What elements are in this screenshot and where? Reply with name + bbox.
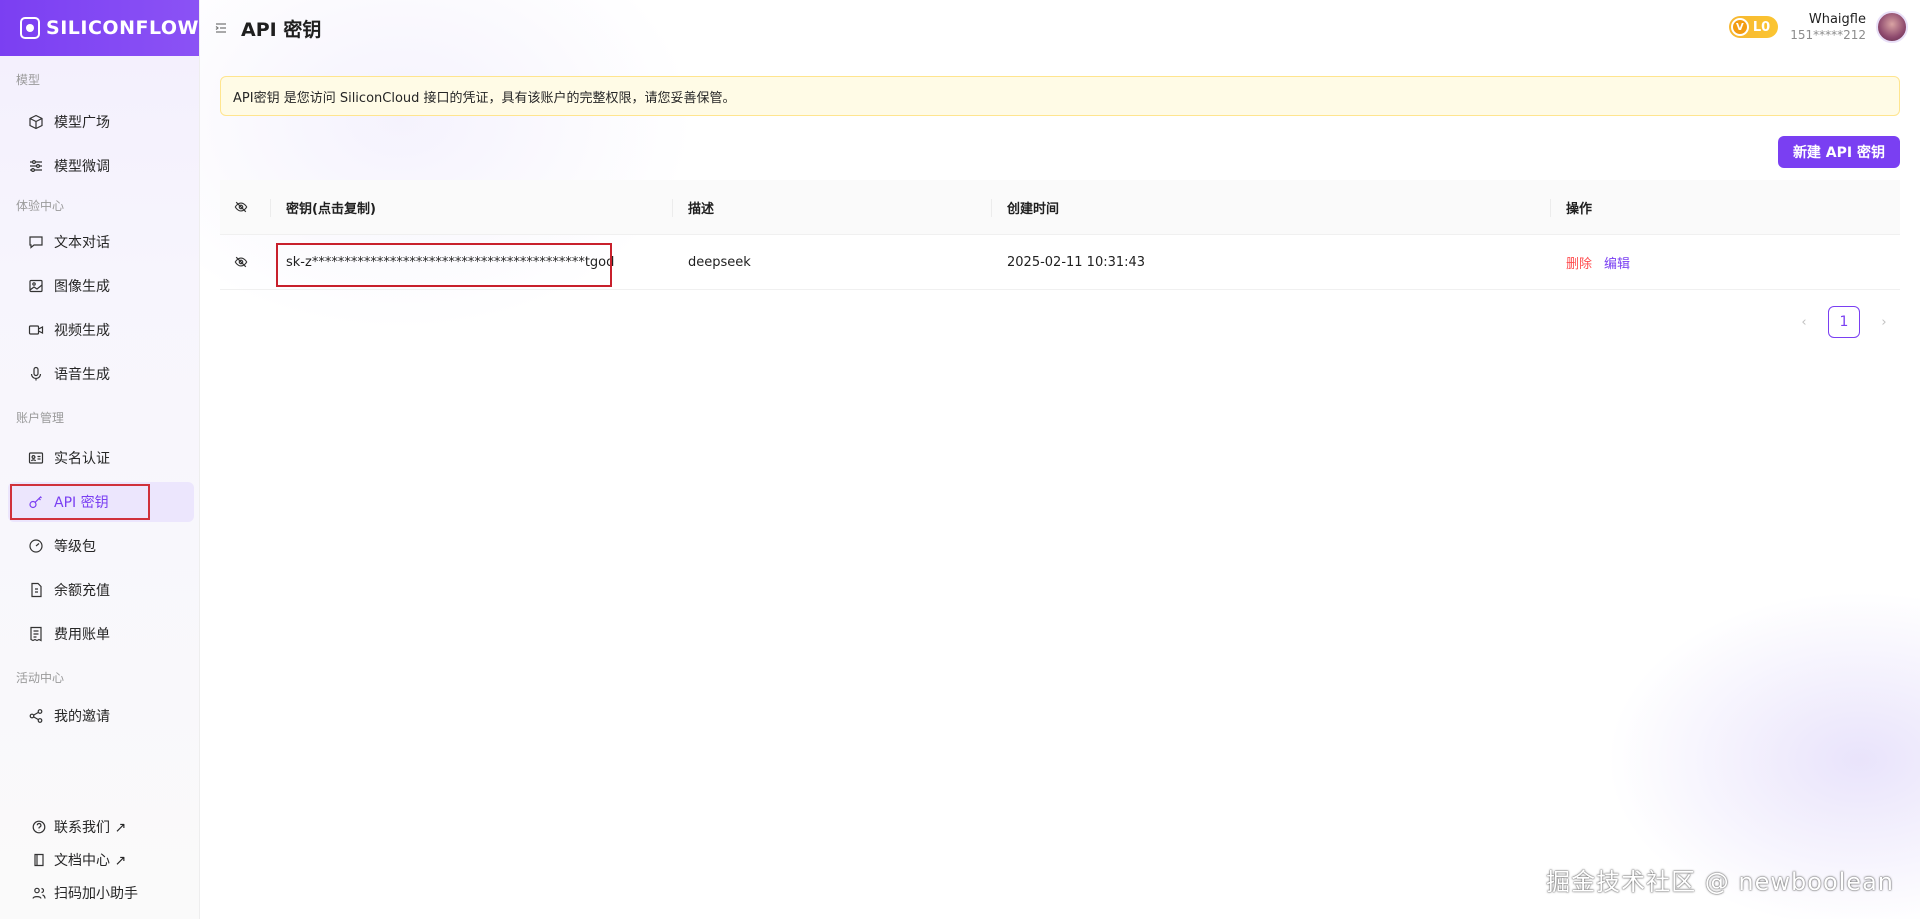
users-icon	[32, 886, 46, 900]
assistant-qr-label: 扫码加小助手	[54, 885, 138, 902]
sidebar-item-label: 等级包	[54, 539, 96, 555]
pagination: ‹ 1 ›	[1788, 306, 1900, 338]
sidebar-item-label: 文本对话	[54, 235, 110, 251]
table-row: sk-z************************************…	[220, 235, 1900, 290]
main-content: API 密钥 V L0 Whaigfle 151*****212 API密钥 是…	[200, 0, 1920, 919]
watermark: 掘金技术社区 @ newboolean	[1546, 868, 1894, 896]
sidebar-item-recharge[interactable]: 余额充值	[8, 570, 194, 610]
sidebar-item-video-gen[interactable]: 视频生成	[8, 310, 194, 350]
book-icon	[32, 853, 46, 867]
sidebar-item-label: 语音生成	[54, 367, 110, 383]
sidebar-item-label: 实名认证	[54, 451, 110, 467]
sidebar-item-billing[interactable]: 费用账单	[8, 614, 194, 654]
docs-center-link[interactable]: 文档中心 ↗	[0, 843, 200, 876]
notice-banner: API密钥 是您访问 SiliconCloud 接口的凭证，具有该账户的完整权限…	[220, 76, 1900, 116]
sidebar: SILICONFLOW 模型 模型广场 模型微调 体验中心 文本对话 图像生成	[0, 0, 200, 919]
share-icon	[28, 708, 44, 724]
image-icon	[28, 278, 44, 294]
avatar[interactable]	[1876, 11, 1908, 43]
sidebar-item-text-chat[interactable]: 文本对话	[8, 222, 194, 262]
delete-key-button[interactable]: 删除	[1566, 253, 1592, 272]
notice-text: API密钥 是您访问 SiliconCloud 接口的凭证，具有该账户的完整权限…	[233, 90, 736, 106]
user-info: Whaigfle 151*****212	[1790, 12, 1866, 42]
prev-page-icon[interactable]: ‹	[1788, 315, 1820, 330]
sidebar-item-label: 余额充值	[54, 583, 110, 599]
eye-off-icon	[234, 256, 248, 268]
sidebar-item-level-pack[interactable]: 等级包	[8, 526, 194, 566]
table-header: 密钥(点击复制) 描述 创建时间 操作	[220, 180, 1900, 235]
docs-center-label: 文档中心 ↗	[54, 852, 127, 869]
user-name: Whaigfle	[1808, 12, 1866, 27]
help-icon	[32, 820, 46, 834]
api-key-value[interactable]: sk-z************************************…	[270, 235, 672, 289]
level-badge[interactable]: V L0	[1728, 16, 1779, 38]
section-title-experience: 体验中心	[16, 199, 65, 213]
bill-icon	[28, 626, 44, 642]
contact-us-label: 联系我们 ↗	[54, 819, 127, 836]
toggle-all-visibility[interactable]	[220, 180, 270, 234]
recharge-icon	[28, 582, 44, 598]
eye-off-icon	[234, 201, 248, 213]
menu-collapse-icon[interactable]	[215, 22, 229, 34]
sidebar-item-model-square[interactable]: 模型广场	[8, 102, 194, 142]
column-header-key: 密钥(点击复制)	[270, 180, 672, 234]
sidebar-item-label: 模型广场	[54, 115, 110, 131]
user-phone: 151*****212	[1790, 28, 1866, 42]
logo-text: SILICONFLOW	[46, 17, 199, 39]
sidebar-item-image-gen[interactable]: 图像生成	[8, 266, 194, 306]
page-title: API 密钥	[241, 18, 322, 41]
sidebar-item-api-keys[interactable]: API 密钥	[8, 482, 194, 522]
sidebar-item-label: 费用账单	[54, 627, 110, 643]
column-header-desc: 描述	[672, 180, 991, 234]
assistant-qr-link[interactable]: 扫码加小助手	[0, 876, 200, 909]
sidebar-item-audio-gen[interactable]: 语音生成	[8, 354, 194, 394]
level-label: L0	[1752, 19, 1771, 35]
edit-key-button[interactable]: 编辑	[1604, 253, 1630, 272]
row-actions: 删除 编辑	[1550, 235, 1900, 289]
sidebar-item-label: 我的邀请	[54, 709, 110, 725]
cube-icon	[28, 114, 44, 130]
header: API 密钥 V L0 Whaigfle 151*****212	[200, 0, 1920, 56]
video-icon	[28, 322, 44, 338]
next-page-icon[interactable]: ›	[1868, 315, 1900, 330]
api-key-table: 密钥(点击复制) 描述 创建时间 操作 sk-z****************…	[220, 180, 1900, 290]
column-header-action: 操作	[1550, 180, 1900, 234]
highlight-box	[276, 243, 612, 287]
api-key-created-time: 2025-02-11 10:31:43	[1007, 254, 1146, 270]
vip-icon: V	[1730, 18, 1749, 36]
contact-us-link[interactable]: 联系我们 ↗	[0, 810, 200, 843]
column-header-time: 创建时间	[991, 180, 1550, 234]
logo[interactable]: SILICONFLOW	[0, 0, 199, 56]
new-api-key-button[interactable]: 新建 API 密钥	[1777, 136, 1900, 168]
gauge-icon	[28, 538, 44, 554]
page-number-current[interactable]: 1	[1828, 306, 1860, 338]
sidebar-item-label: 模型微调	[54, 159, 110, 175]
sidebar-bottom-links: 联系我们 ↗ 文档中心 ↗ 扫码加小助手	[0, 810, 200, 909]
user-area[interactable]: V L0 Whaigfle 151*****212	[1728, 11, 1908, 43]
toggle-key-visibility[interactable]	[220, 235, 270, 289]
sliders-icon	[28, 158, 44, 174]
sidebar-item-fine-tune[interactable]: 模型微调	[8, 146, 194, 186]
sidebar-item-label: 视频生成	[54, 323, 110, 339]
chat-icon	[28, 234, 44, 250]
section-title-account: 账户管理	[16, 411, 65, 425]
logo-icon	[20, 17, 41, 39]
api-key-description: deepseek	[688, 254, 751, 270]
sidebar-item-label: 图像生成	[54, 279, 110, 295]
mic-icon	[28, 366, 44, 382]
section-title-activity: 活动中心	[16, 671, 65, 685]
sidebar-item-invite[interactable]: 我的邀请	[8, 696, 194, 736]
highlight-box	[10, 484, 150, 520]
sidebar-item-realname[interactable]: 实名认证	[8, 438, 194, 478]
id-card-icon	[28, 450, 44, 466]
section-title-models: 模型	[16, 73, 41, 87]
